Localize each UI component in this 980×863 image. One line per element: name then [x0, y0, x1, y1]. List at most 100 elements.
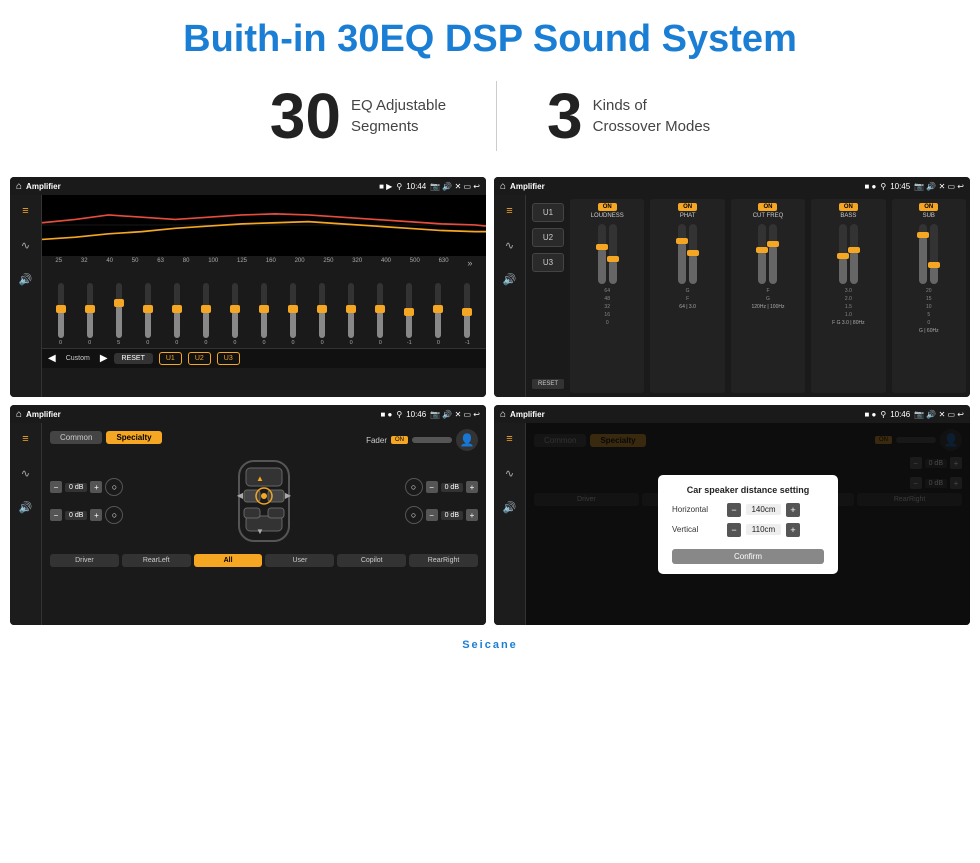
loudness-slider-1[interactable]	[598, 224, 606, 284]
slider-14[interactable]: 0	[435, 283, 441, 346]
volume-icon-3[interactable]: 🔊	[16, 497, 36, 517]
sub-slider-2[interactable]	[930, 224, 938, 284]
wave-icon-3[interactable]: ∿	[16, 463, 36, 483]
record-icons-1: ■ ▶	[379, 182, 392, 191]
slider-5[interactable]: 0	[174, 283, 180, 346]
tab-common-3[interactable]: Common	[50, 431, 102, 444]
sub-toggle[interactable]: ON	[919, 203, 938, 211]
screenshots-grid: ⌂ Amplifier ■ ▶ ⚲ 10:44 📷 🔊 ✕ ▭ ↩ ≡ ∿ 🔊	[0, 169, 980, 635]
u3-btn[interactable]: U3	[532, 253, 564, 272]
person-icon[interactable]: 👤	[456, 429, 478, 451]
stat2-desc: Kinds of Crossover Modes	[593, 95, 711, 137]
cutfreq-toggle[interactable]: ON	[758, 203, 777, 211]
loudness-slider-2[interactable]	[609, 224, 617, 284]
eq-icon[interactable]: ≡	[16, 201, 36, 221]
slider-11[interactable]: 0	[348, 283, 354, 346]
cutfreq-slider-g[interactable]	[769, 224, 777, 284]
wave-icon-4[interactable]: ∿	[500, 463, 520, 483]
prev-button[interactable]: ◀	[48, 353, 56, 364]
volume-icon-2[interactable]: 🔊	[500, 269, 520, 289]
slider-3[interactable]: 5	[116, 283, 122, 346]
phat-slider-g[interactable]	[678, 224, 686, 284]
right-bottom-minus[interactable]: −	[426, 509, 438, 521]
right-top-minus[interactable]: −	[426, 481, 438, 493]
bass-toggle[interactable]: ON	[839, 203, 858, 211]
phat-toggle[interactable]: ON	[678, 203, 697, 211]
cutfreq-slider-f[interactable]	[758, 224, 766, 284]
user-button[interactable]: User	[265, 554, 334, 567]
slider-4[interactable]: 0	[145, 283, 151, 346]
right-bottom-plus[interactable]: +	[466, 509, 478, 521]
eq-icon-4[interactable]: ≡	[500, 429, 520, 449]
u1-btn[interactable]: U1	[532, 203, 564, 222]
next-button[interactable]: ▶	[100, 353, 108, 364]
slider-10[interactable]: 0	[319, 283, 325, 346]
eq-icon-3[interactable]: ≡	[16, 429, 36, 449]
home-icon-3[interactable]: ⌂	[16, 409, 22, 420]
stat2-number: 3	[547, 84, 583, 148]
svg-text:▶: ▶	[285, 491, 292, 500]
slider-6[interactable]: 0	[203, 283, 209, 346]
sub-slider-1[interactable]	[919, 224, 927, 284]
horizontal-row: Horizontal − 140cm +	[672, 503, 824, 517]
eq-icon-2[interactable]: ≡	[500, 201, 520, 221]
slider-15[interactable]: -1	[464, 283, 470, 346]
crossover-reset-button[interactable]: RESET	[532, 379, 564, 389]
cutfreq-col: ON CUT FREQ FG 120Hz | 100Hz	[731, 199, 805, 393]
horizontal-value: 140cm	[746, 504, 781, 515]
slider-2[interactable]: 0	[87, 283, 93, 346]
wave-icon[interactable]: ∿	[16, 235, 36, 255]
location-icon-2: ⚲	[880, 182, 886, 191]
sub-title: SUB	[923, 213, 935, 219]
wave-icon-2[interactable]: ∿	[500, 235, 520, 255]
slider-12[interactable]: 0	[377, 283, 383, 346]
rear-right-button[interactable]: RearRight	[409, 554, 478, 567]
u2-button[interactable]: U2	[188, 352, 211, 365]
slider-9[interactable]: 0	[290, 283, 296, 346]
slider-1[interactable]: 0	[58, 283, 64, 346]
bass-slider-1[interactable]	[839, 224, 847, 284]
copilot-button[interactable]: Copilot	[337, 554, 406, 567]
left-top-minus[interactable]: −	[50, 481, 62, 493]
phat-col: ON PHAT GF 64 | 3.0	[650, 199, 724, 393]
all-button[interactable]: All	[194, 554, 263, 567]
u3-button[interactable]: U3	[217, 352, 240, 365]
slider-8[interactable]: 0	[261, 283, 267, 346]
confirm-button[interactable]: Confirm	[672, 549, 824, 564]
horizontal-plus[interactable]: +	[786, 503, 800, 517]
status-icons-3: 📷 🔊 ✕ ▭ ↩	[430, 410, 480, 419]
bass-slider-2[interactable]	[850, 224, 858, 284]
volume-icon[interactable]: 🔊	[16, 269, 36, 289]
driver-button[interactable]: Driver	[50, 554, 119, 567]
home-icon-1[interactable]: ⌂	[16, 181, 22, 192]
tab-specialty-3[interactable]: Specialty	[106, 431, 161, 444]
speaker-layout: − 0 dB + ○ − 0 dB + ○	[50, 456, 478, 546]
fader-toggle[interactable]: ON	[391, 436, 408, 444]
slider-7[interactable]: 0	[232, 283, 238, 346]
record-icons-2: ■ ●	[864, 182, 876, 191]
eq-sliders: // We'll render sliders via inline style…	[42, 268, 486, 348]
left-bottom-plus[interactable]: +	[90, 509, 102, 521]
left-top-plus[interactable]: +	[90, 481, 102, 493]
rear-left-button[interactable]: RearLeft	[122, 554, 191, 567]
speaker-icon-left-bottom: ○	[105, 506, 123, 524]
horizontal-minus[interactable]: −	[727, 503, 741, 517]
fader-slider[interactable]	[412, 437, 452, 443]
fader-label: Fader	[366, 436, 387, 445]
right-top-plus[interactable]: +	[466, 481, 478, 493]
u2-btn[interactable]: U2	[532, 228, 564, 247]
home-icon-2[interactable]: ⌂	[500, 181, 506, 192]
volume-icon-4[interactable]: 🔊	[500, 497, 520, 517]
loudness-toggle[interactable]: ON	[598, 203, 617, 211]
vertical-row: Vertical − 110cm +	[672, 523, 824, 537]
left-bottom-minus[interactable]: −	[50, 509, 62, 521]
reset-button[interactable]: RESET	[114, 353, 153, 364]
vertical-plus[interactable]: +	[786, 523, 800, 537]
slider-13[interactable]: -1	[406, 283, 412, 346]
phat-slider-f[interactable]	[689, 224, 697, 284]
home-icon-4[interactable]: ⌂	[500, 409, 506, 420]
screen-distance: ⌂ Amplifier ■ ● ⚲ 10:46 📷 🔊 ✕ ▭ ↩ ≡ ∿ 🔊 …	[494, 405, 970, 625]
record-icons-3: ■ ●	[380, 410, 392, 419]
vertical-minus[interactable]: −	[727, 523, 741, 537]
u1-button[interactable]: U1	[159, 352, 182, 365]
